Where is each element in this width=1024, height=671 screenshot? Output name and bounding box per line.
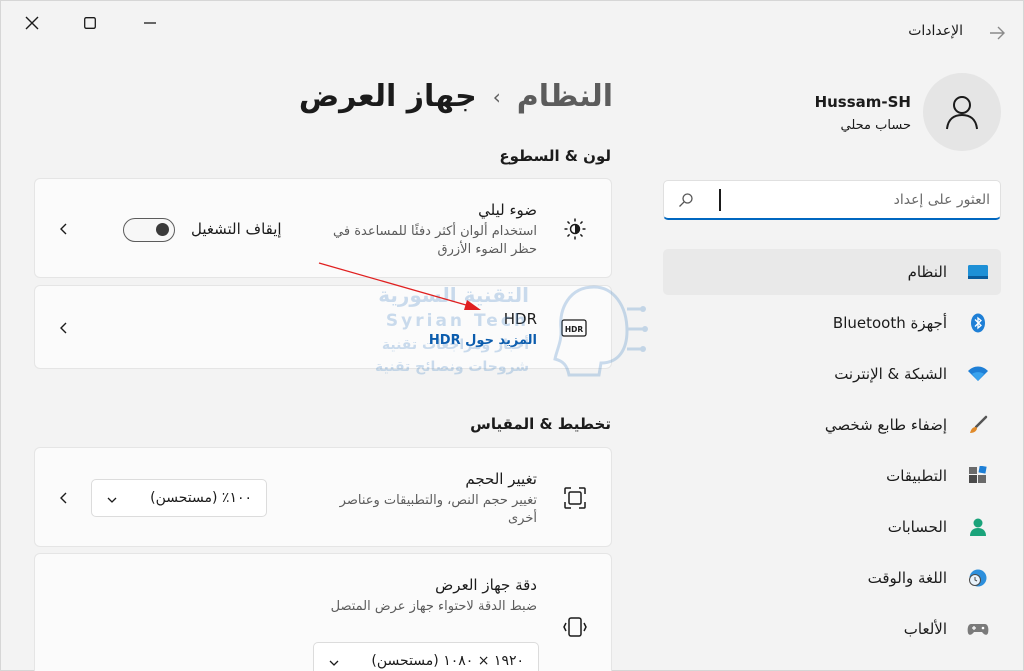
section-title-color: لون & السطوع	[499, 147, 611, 165]
gamepad-icon	[967, 619, 989, 639]
chevron-down-icon	[107, 497, 117, 503]
search-box[interactable]	[663, 180, 1001, 220]
person-icon	[967, 517, 989, 537]
sidebar-item-network[interactable]: الشبكة & الإنترنت	[663, 351, 1001, 397]
back-button[interactable]	[987, 23, 1007, 43]
wifi-icon	[967, 364, 989, 384]
night-light-card[interactable]: ضوء ليلي استخدام ألوان أكثر دفئًا للمساع…	[34, 178, 612, 278]
scale-description: تغيير حجم النص، والتطبيقات وعناصر أخرى	[339, 493, 537, 526]
avatar[interactable]	[923, 73, 1001, 151]
search-icon[interactable]	[678, 192, 694, 208]
sidebar-item-label: الشبكة & الإنترنت	[834, 365, 947, 383]
scale-dropdown-value: ١٠٠٪ (مستحسن)	[150, 490, 252, 506]
brightness-icon	[563, 217, 587, 241]
scale-card[interactable]: تغيير الحجم تغيير حجم النص، والتطبيقات و…	[34, 447, 612, 547]
sidebar-item-label: اللغة والوقت	[867, 569, 947, 587]
svg-text:HDR: HDR	[565, 325, 584, 334]
account-type: حساب محلي	[840, 118, 911, 133]
apps-icon	[967, 466, 989, 486]
maximize-icon	[84, 17, 96, 29]
sidebar-item-label: النظام	[907, 263, 947, 281]
globe-clock-icon	[967, 568, 989, 588]
sidebar-item-time-language[interactable]: اللغة والوقت	[663, 555, 1001, 601]
section-title-scale: تخطيط & المقياس	[470, 415, 611, 433]
sidebar-item-label: الألعاب	[903, 620, 947, 638]
title-bar: الإعدادات	[1, 1, 1024, 49]
breadcrumb: النظام › جهاز العرض	[299, 79, 613, 114]
scale-dropdown[interactable]: ١٠٠٪ (مستحسن)	[91, 479, 267, 517]
breadcrumb-separator: ›	[492, 84, 501, 109]
resolution-description: ضبط الدقة لاحتواء جهاز عرض المتصل	[330, 599, 537, 614]
maximize-button[interactable]	[67, 7, 113, 39]
sidebar-item-apps[interactable]: التطبيقات	[663, 453, 1001, 499]
sidebar-item-bluetooth[interactable]: أجهزة Bluetooth	[663, 300, 1001, 346]
arrow-right-icon	[990, 26, 1005, 40]
hdr-card[interactable]: HDR HDR المزيد حول HDR	[34, 285, 612, 369]
settings-window: الإعدادات Hussam-SH حساب محلي النظام	[0, 0, 1024, 671]
minimize-icon	[144, 22, 156, 24]
minimize-button[interactable]	[127, 7, 173, 39]
close-button[interactable]	[9, 7, 55, 39]
sidebar-item-personalization[interactable]: إضفاء طابع شخصي	[663, 402, 1001, 448]
resolution-icon	[563, 615, 587, 639]
close-icon	[25, 16, 39, 30]
app-title: الإعدادات	[908, 23, 963, 39]
text-caret	[719, 189, 721, 211]
resolution-title: دقة جهاز العرض	[435, 576, 537, 594]
chevron-left-icon[interactable]	[57, 321, 71, 335]
night-light-description: استخدام ألوان أكثر دفئًا للمساعدة في حظر…	[333, 224, 537, 257]
sidebar-item-accounts[interactable]: الحسابات	[663, 504, 1001, 550]
resize-icon	[563, 486, 587, 510]
chevron-down-icon	[329, 660, 339, 666]
user-name: Hussam-SH	[814, 93, 911, 111]
night-light-toggle[interactable]	[123, 218, 175, 242]
page-title: جهاز العرض	[298, 79, 477, 114]
sidebar-item-label: أجهزة Bluetooth	[832, 314, 947, 332]
sidebar-item-label: التطبيقات	[886, 467, 947, 485]
hdr-learn-more-link[interactable]: المزيد حول HDR	[429, 333, 537, 348]
hdr-title: HDR	[503, 310, 537, 328]
sidebar-item-label: الحسابات	[887, 518, 947, 536]
hdr-icon: HDR	[561, 316, 587, 340]
toggle-knob	[156, 223, 169, 236]
chevron-left-icon[interactable]	[57, 222, 71, 236]
bluetooth-icon	[967, 313, 989, 333]
search-input[interactable]	[720, 181, 990, 219]
resolution-dropdown[interactable]: ١٩٢٠ × ١٠٨٠ (مستحسن)	[313, 642, 539, 671]
sidebar-item-label: إضفاء طابع شخصي	[824, 416, 947, 434]
resolution-card[interactable]: دقة جهاز العرض ضبط الدقة لاحتواء جهاز عر…	[34, 553, 612, 671]
resolution-dropdown-value: ١٩٢٠ × ١٠٨٠ (مستحسن)	[371, 653, 524, 669]
sidebar-item-system[interactable]: النظام	[663, 249, 1001, 295]
display-icon	[967, 262, 989, 282]
night-light-title: ضوء ليلي	[478, 201, 537, 219]
scale-title: تغيير الحجم	[465, 470, 537, 488]
sidebar-nav: النظام أجهزة Bluetooth الشبكة & الإنترنت…	[663, 249, 1001, 657]
brush-icon	[967, 415, 989, 435]
chevron-left-icon[interactable]	[57, 491, 71, 505]
person-icon	[946, 96, 978, 130]
breadcrumb-parent[interactable]: النظام	[517, 79, 613, 114]
sidebar-item-gaming[interactable]: الألعاب	[663, 606, 1001, 652]
night-light-toggle-label: إيقاف التشغيل	[191, 220, 282, 238]
